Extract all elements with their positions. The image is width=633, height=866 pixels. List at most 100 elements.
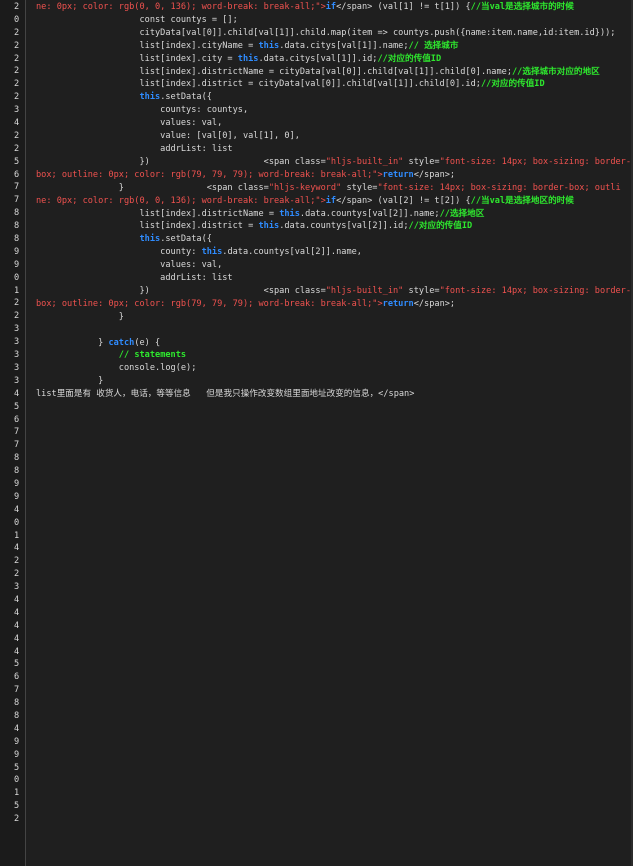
line-number: 4 (14, 504, 20, 515)
line-number: 6 (14, 672, 20, 683)
code-token: //选择地区 (439, 208, 485, 219)
line-number: 7 (14, 685, 20, 696)
code-token: list[index].city = (36, 53, 238, 64)
line-number: 9 (14, 736, 20, 747)
code-token: box; outline: 0px; color: rgb(79, 79, 79… (36, 298, 383, 309)
line-number: 5 (14, 801, 20, 812)
code-token: this (279, 208, 300, 219)
code-token: }) <span class= (36, 156, 326, 167)
code-token: list[index].district = (36, 221, 259, 232)
line-number: 2 (14, 130, 20, 141)
code-token: style= (403, 156, 440, 167)
line-number: 4 (14, 607, 20, 618)
code-token: .data.countys[val[2]].name, (222, 247, 362, 258)
code-token: } (36, 376, 104, 387)
line-number: 4 (14, 620, 20, 631)
line-number: 2 (14, 569, 20, 580)
line-number: 2 (14, 311, 20, 322)
line-number: 2 (14, 143, 20, 154)
line-number: 3 (14, 375, 20, 386)
code-token: county: (36, 247, 202, 258)
code-token: } (36, 311, 124, 322)
code-token: ne: 0px; color: rgb(0, 0, 136); word-bre… (36, 195, 326, 206)
line-number: 7 (14, 195, 20, 206)
code-token: .data.countys[val[2]].id; (279, 221, 409, 232)
code-token: "font-size: 14px; box-sizing: border- (439, 285, 630, 296)
line-number: 2 (14, 53, 20, 64)
code-line: } (36, 311, 630, 324)
line-number: 0 (14, 517, 20, 528)
code-token: .data.citys[val[1]].id; (258, 53, 378, 64)
code-token: catch (108, 337, 135, 348)
code-token: (e) { (134, 337, 161, 348)
code-token: // statements (118, 350, 187, 361)
line-number: 3 (14, 324, 20, 335)
line-number: 6 (14, 414, 20, 425)
code-line: list里面是有 收货人，电话，等等信息 但是我只操作改变数组里面地址改变的信息… (36, 388, 630, 401)
code-token: // 选择城市 (408, 40, 459, 51)
code-token: const countys = []; (36, 14, 238, 25)
code-token: "hljs-built_in" (325, 285, 404, 296)
line-number: 0 (14, 775, 20, 786)
code-line: list[index].district = cityData[val[0]].… (36, 78, 630, 91)
code-token: this (258, 221, 280, 232)
code-token: "font-size: 14px; box-sizing: border- (439, 156, 630, 167)
line-number: 4 (14, 594, 20, 605)
line-number: 7 (14, 427, 20, 438)
code-line: }) <span class="hljs-built_in" style="fo… (36, 285, 630, 298)
line-number: 2 (14, 92, 20, 103)
line-number: 2 (14, 27, 20, 38)
code-token: .data.citys[val[1]].name; (279, 40, 409, 51)
code-token: "hljs-built_in" (325, 156, 404, 167)
code-token: return (382, 298, 414, 309)
code-line: values: val, (36, 117, 630, 130)
line-number: 4 (14, 388, 20, 399)
line-number: 8 (14, 234, 20, 245)
code-token: list[index].districtName = (36, 208, 280, 219)
code-token: </span> (val[1] != t[1]) { (336, 2, 471, 12)
code-token: list[index].districtName = cityData[val[… (36, 66, 512, 77)
line-number: 8 (14, 221, 20, 232)
code-line: list[index].districtName = cityData[val[… (36, 66, 630, 79)
code-token: style= (341, 182, 378, 193)
code-line: cityData[val[0]].child[val[1]].child.map… (36, 27, 630, 40)
line-number: 9 (14, 491, 20, 502)
code-token: this (201, 247, 223, 258)
code-token: this (139, 92, 161, 103)
code-token: list里面是有 收货人，电话，等等信息 但是我只操作改变数组里面地址改变的信息… (36, 389, 415, 400)
code-token: style= (403, 285, 440, 296)
code-line: list[index].districtName = this.data.cou… (36, 208, 630, 221)
code-token: "hljs-keyword" (268, 182, 342, 193)
code-token: countys: countys, (36, 105, 249, 116)
code-editor[interactable]: 2022222234225677888990122333334567788994… (0, 0, 633, 866)
code-line: box; outline: 0px; color: rgb(79, 79, 79… (36, 298, 630, 311)
code-token: .setData({ (160, 92, 212, 103)
code-token: //对应的传值ID (408, 221, 473, 232)
line-number: 8 (14, 710, 20, 721)
code-line: value: [val[0], val[1], 0], (36, 130, 630, 143)
code-line: list[index].district = this.data.countys… (36, 220, 630, 233)
code-token: this (258, 40, 280, 51)
code-line: countys: countys, (36, 104, 630, 117)
line-number-gutter: 2022222234225677888990122333334567788994… (0, 0, 26, 866)
code-token: return (382, 169, 414, 180)
code-line: list[index].city = this.data.citys[val[1… (36, 53, 630, 66)
code-line: addrList: list (36, 143, 630, 156)
code-line: addrList: list (36, 272, 630, 285)
code-token: } <span class= (36, 182, 269, 193)
line-number: 3 (14, 105, 20, 116)
line-number: 4 (14, 646, 20, 657)
line-number: 3 (14, 350, 20, 361)
code-line: console.log(e); (36, 362, 630, 375)
code-line: this.setData({ (36, 233, 630, 246)
line-number: 0 (14, 14, 20, 25)
code-token: //对应的传值ID (480, 79, 545, 90)
code-content[interactable]: ne: 0px; color: rgb(0, 0, 136); word-bre… (36, 1, 630, 401)
code-line: values: val, (36, 259, 630, 272)
line-number: 4 (14, 543, 20, 554)
line-number: 4 (14, 633, 20, 644)
code-line: const countys = []; (36, 14, 630, 27)
